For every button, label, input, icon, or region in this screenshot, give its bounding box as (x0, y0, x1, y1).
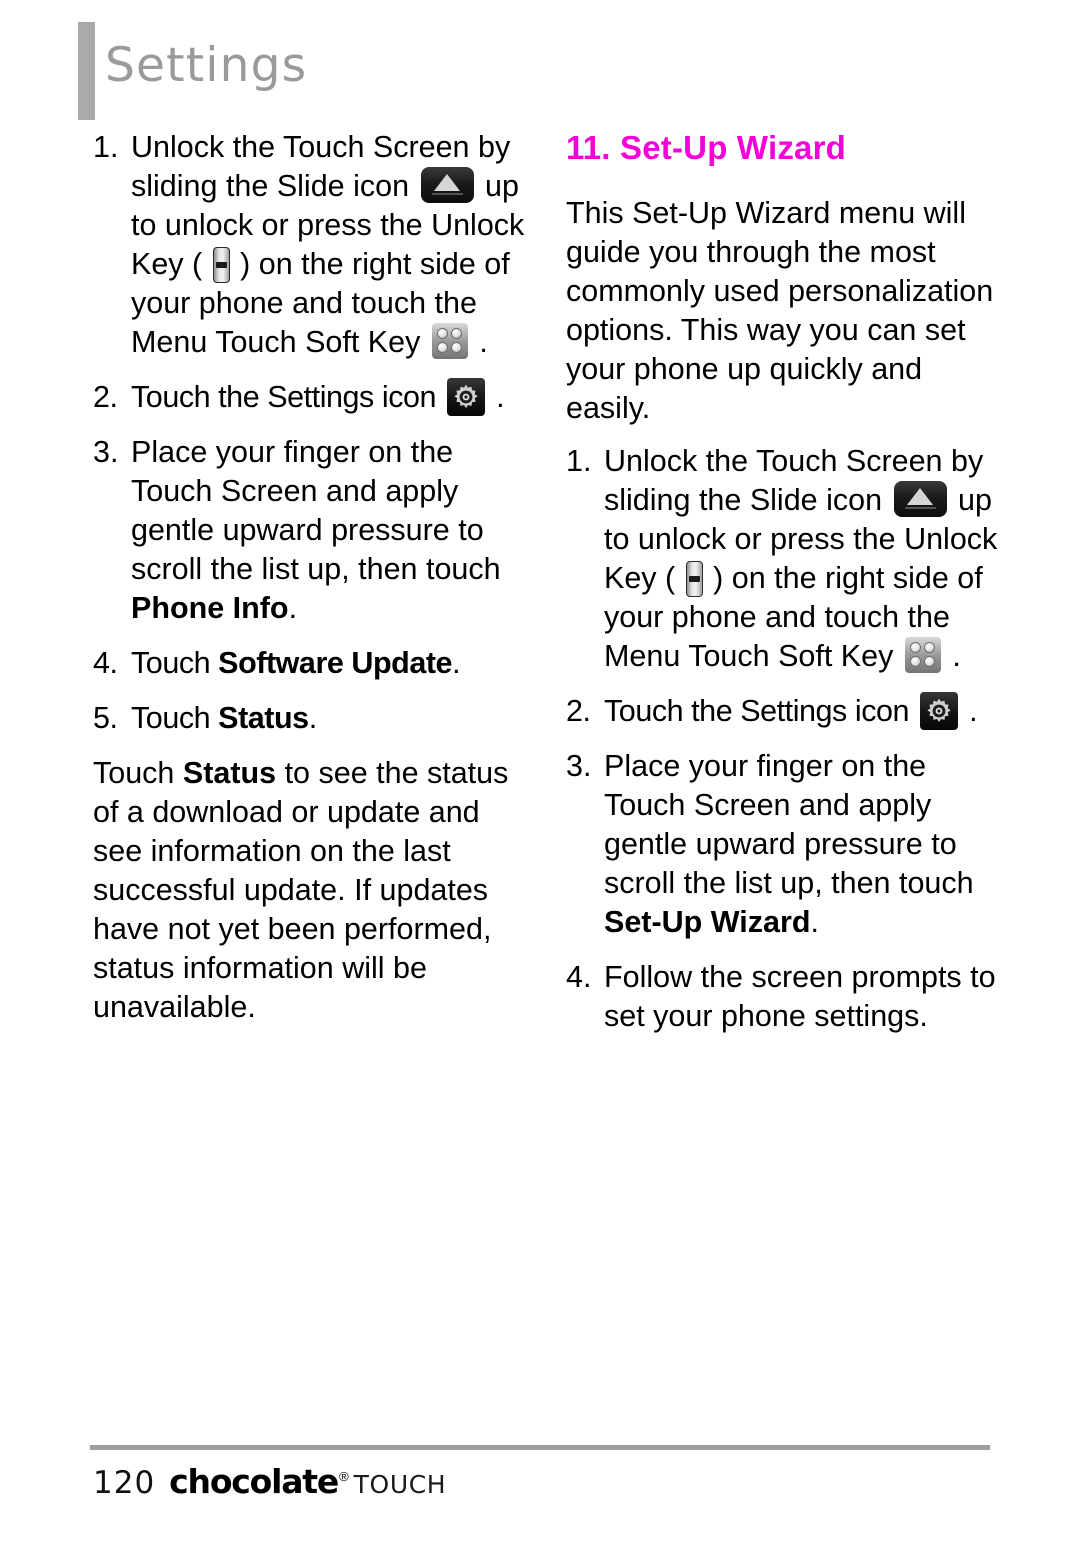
page-title: Settings (105, 38, 308, 93)
step-text: Place your finger on the Touch Screen an… (131, 435, 501, 625)
header-accent-bar (78, 22, 95, 120)
brand-logo: chocolate ® TOUCH (169, 1462, 446, 1501)
step-text: Touch Software Update. (131, 646, 461, 680)
step-number: 2. (566, 694, 591, 728)
step-text: Unlock the Touch Screen by sliding the S… (604, 444, 998, 673)
slide-icon (420, 167, 474, 203)
instruction-step: 4. Touch Software Update. (93, 644, 528, 683)
step-text: Unlock the Touch Screen by sliding the S… (131, 130, 525, 359)
instruction-step: 5. Touch Status. (93, 699, 528, 738)
left-steps-list: 1. Unlock the Touch Screen by sliding the… (93, 128, 528, 738)
instruction-step: 3. Place your finger on the Touch Screen … (93, 433, 528, 628)
emphasized-term: Status (182, 756, 277, 790)
instruction-step: 4. Follow the screen prompts to set your … (566, 958, 1001, 1036)
step-number: 1. (566, 444, 592, 478)
step-number: 4. (93, 646, 118, 680)
menu-soft-key-icon (904, 637, 941, 673)
emphasized-term: Status (218, 701, 309, 735)
page-header: Settings (78, 22, 307, 120)
unlock-key-icon (685, 561, 703, 597)
instruction-step: 2. Touch the Settings icon . (93, 378, 528, 417)
right-steps-list: 1. Unlock the Touch Screen by sliding the… (566, 442, 1001, 1036)
page-number: 120 (93, 1465, 156, 1501)
step-text: Touch the Settings icon . (604, 692, 978, 730)
set-up-wizard-intro-paragraph: This Set-Up Wizard menu will guide you t… (566, 196, 994, 425)
instruction-step: 1. Unlock the Touch Screen by sliding the… (93, 128, 528, 362)
section-title-set-up-wizard: 11. Set-Up Wizard (566, 129, 847, 166)
settings-gear-icon (447, 378, 486, 416)
emphasized-term: Software Update (218, 646, 453, 680)
footer-divider (90, 1445, 990, 1450)
page-footer: 120 chocolate ® TOUCH (93, 1462, 446, 1501)
menu-soft-key-icon (431, 323, 468, 359)
settings-gear-icon (920, 692, 959, 730)
brand-suffix: TOUCH (353, 1470, 447, 1499)
left-column: 1. Unlock the Touch Screen by sliding the… (93, 128, 528, 1041)
step-number: 1. (93, 130, 119, 164)
brand-name: chocolate (169, 1462, 339, 1501)
instruction-step: 1. Unlock the Touch Screen by sliding the… (566, 442, 1001, 676)
instruction-step: 2. Touch the Settings icon . (566, 692, 1001, 731)
step-text: Touch Status. (131, 701, 317, 735)
step-text: Place your finger on the Touch Screen an… (604, 749, 974, 939)
step-number: 3. (566, 749, 592, 783)
step-number: 3. (93, 435, 119, 469)
status-description-paragraph: Touch Status to see the status of a down… (93, 756, 509, 1024)
emphasized-term: Set-Up Wizard (604, 905, 811, 939)
instruction-step: 3. Place your finger on the Touch Screen … (566, 747, 1001, 942)
emphasized-term: Phone Info (131, 591, 289, 625)
step-number: 5. (93, 701, 118, 735)
step-number: 4. (566, 960, 592, 994)
step-text: Touch the Settings icon . (131, 378, 505, 416)
unlock-key-icon (212, 247, 230, 283)
step-text: Follow the screen prompts to set your ph… (604, 960, 996, 1033)
registered-mark-icon: ® (339, 1469, 349, 1484)
slide-icon (893, 481, 947, 517)
right-column: 11. Set-Up Wizard This Set-Up Wizard men… (566, 128, 1001, 1052)
step-number: 2. (93, 380, 118, 414)
